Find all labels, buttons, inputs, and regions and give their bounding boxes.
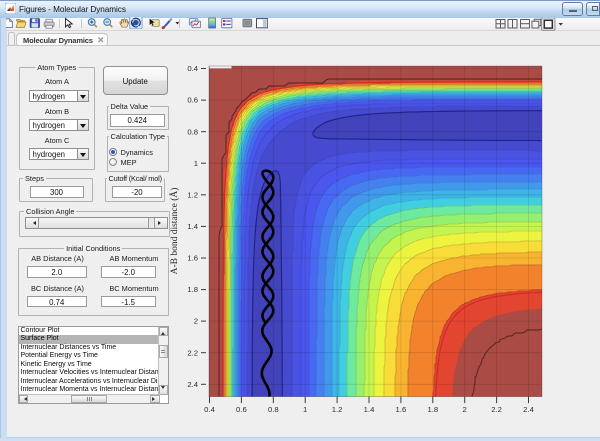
svg-text:0.8: 0.8 xyxy=(268,405,279,414)
svg-text:2.4: 2.4 xyxy=(523,405,534,414)
svg-text:0.4: 0.4 xyxy=(187,64,198,73)
svg-text:2: 2 xyxy=(463,405,467,414)
svg-text:1.6: 1.6 xyxy=(396,405,407,414)
svg-text:1: 1 xyxy=(303,405,307,414)
svg-text:0.6: 0.6 xyxy=(187,96,198,105)
svg-text:0.8: 0.8 xyxy=(187,127,198,136)
svg-text:1.8: 1.8 xyxy=(187,285,198,294)
svg-text:2.4: 2.4 xyxy=(187,380,198,389)
svg-text:1.4: 1.4 xyxy=(187,222,198,231)
svg-text:2.2: 2.2 xyxy=(187,348,198,357)
svg-text:2: 2 xyxy=(194,317,198,326)
svg-text:2.2: 2.2 xyxy=(491,405,502,414)
svg-text:1.2: 1.2 xyxy=(332,405,343,414)
svg-text:1.2: 1.2 xyxy=(187,190,198,199)
svg-text:0.4: 0.4 xyxy=(204,405,215,414)
svg-text:1.4: 1.4 xyxy=(364,405,375,414)
svg-text:A-B bond distance (Å): A-B bond distance (Å) xyxy=(168,188,180,275)
svg-text:1.8: 1.8 xyxy=(427,405,438,414)
svg-text:0.6: 0.6 xyxy=(236,405,247,414)
svg-text:1: 1 xyxy=(194,159,198,168)
svg-text:1.6: 1.6 xyxy=(187,254,198,263)
